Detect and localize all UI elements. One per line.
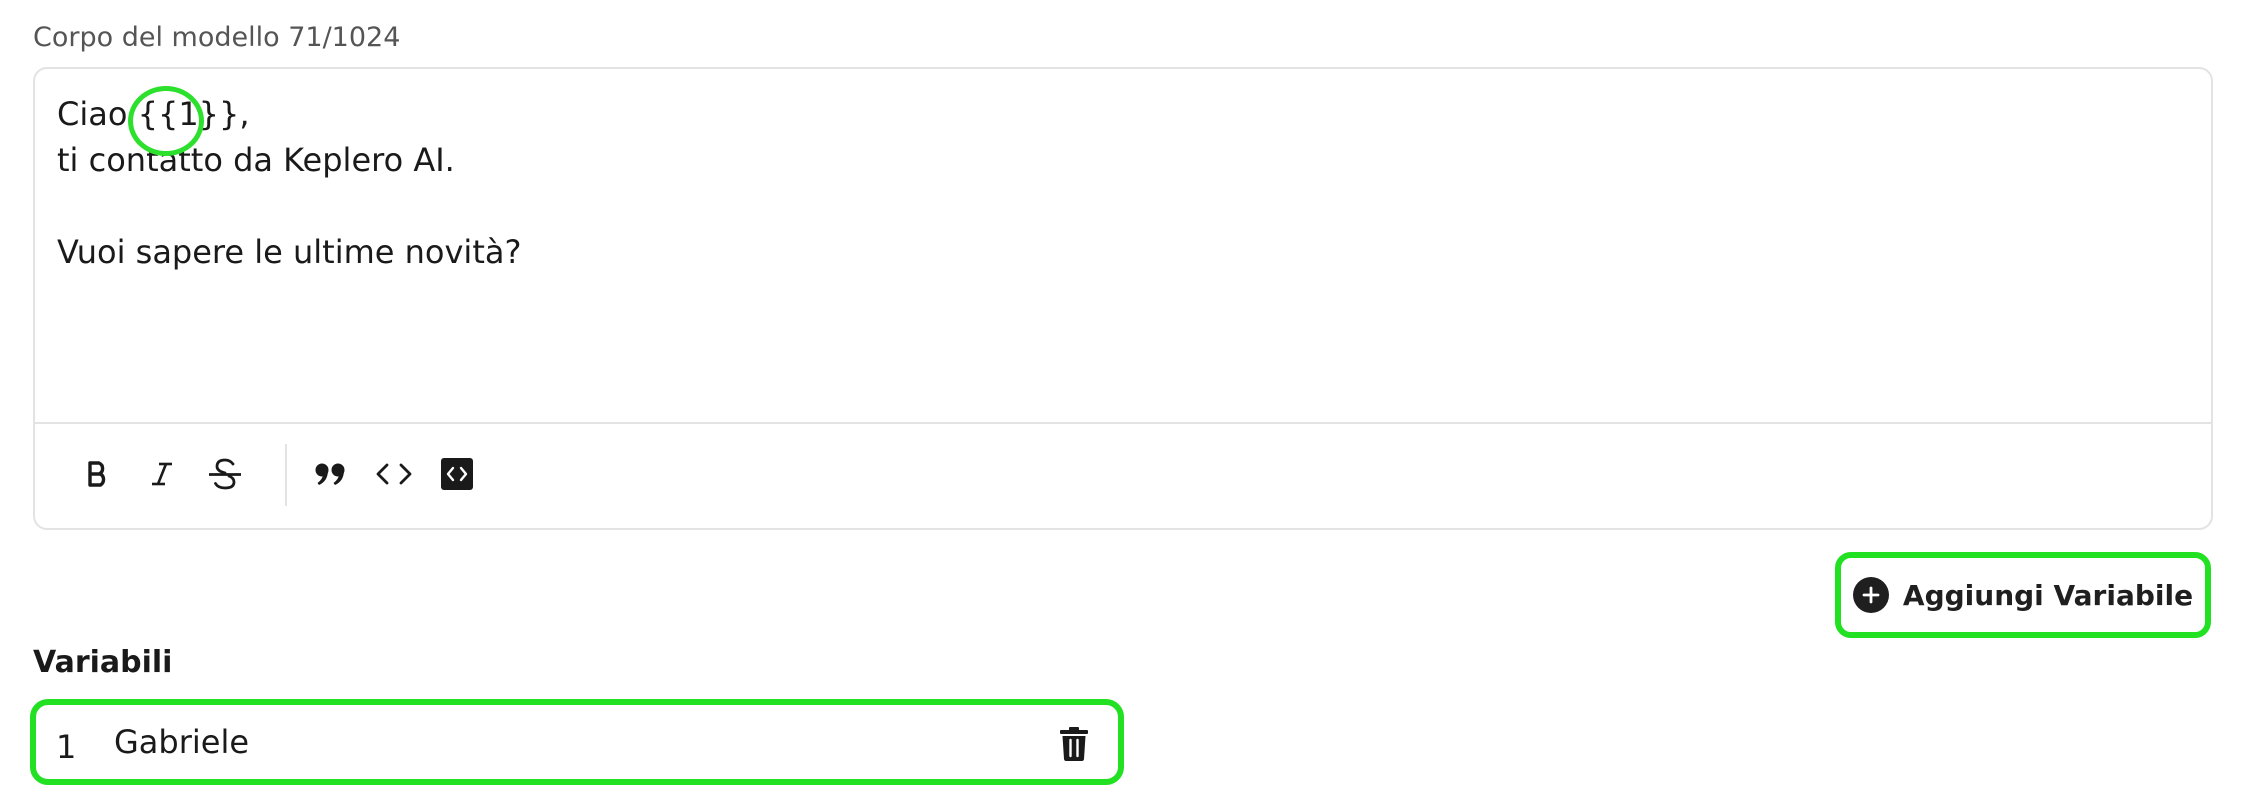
editor-line-3 [57, 183, 2189, 229]
editor-line-2: ti contatto da Keplero AI. [57, 141, 455, 179]
add-variable-button[interactable]: Aggiungi Variabile [1851, 564, 2195, 626]
greeting-comma: , [239, 95, 250, 133]
variable-value-input[interactable] [102, 719, 946, 765]
strikethrough-button[interactable] [199, 448, 251, 500]
variable-index: 1 [56, 728, 77, 766]
variable-token: {{1}} [127, 86, 240, 156]
toolbar-divider [285, 444, 287, 506]
italic-button[interactable] [136, 448, 188, 500]
quote-button[interactable] [305, 448, 357, 500]
italic-icon [152, 462, 172, 486]
code-icon [376, 463, 412, 485]
code-block-icon [441, 458, 473, 490]
trash-icon [1060, 727, 1088, 761]
template-body-label: Corpo del modello 71/1024 [33, 22, 401, 53]
bold-icon [88, 461, 106, 487]
editor-line-1: Ciao {{1}}, [57, 86, 2189, 156]
editor-content[interactable]: Ciao {{1}}, ti contatto da Keplero AI. V… [57, 86, 2189, 275]
code-block-button[interactable] [431, 448, 483, 500]
add-variable-highlight: Aggiungi Variabile [1835, 552, 2211, 638]
variable-token-text: {{1}} [137, 95, 240, 133]
template-body-editor[interactable]: Ciao {{1}}, ti contatto da Keplero AI. V… [33, 67, 2213, 530]
greeting-text: Ciao [57, 95, 138, 133]
add-variable-label: Aggiungi Variabile [1902, 578, 2194, 612]
inline-code-button[interactable] [368, 448, 420, 500]
editor-line-4: Vuoi sapere le ultime novità? [57, 233, 522, 271]
strikethrough-icon [209, 458, 241, 490]
delete-variable-button[interactable] [1054, 723, 1094, 765]
variables-title: Variabili [33, 645, 173, 680]
plus-circle-icon [1852, 577, 1889, 613]
formatting-toolbar [35, 422, 2211, 528]
quote-icon [315, 463, 345, 485]
bold-button[interactable] [71, 448, 123, 500]
variable-row: 1 [42, 709, 1112, 775]
variable-row-highlight: 1 [30, 699, 1124, 785]
